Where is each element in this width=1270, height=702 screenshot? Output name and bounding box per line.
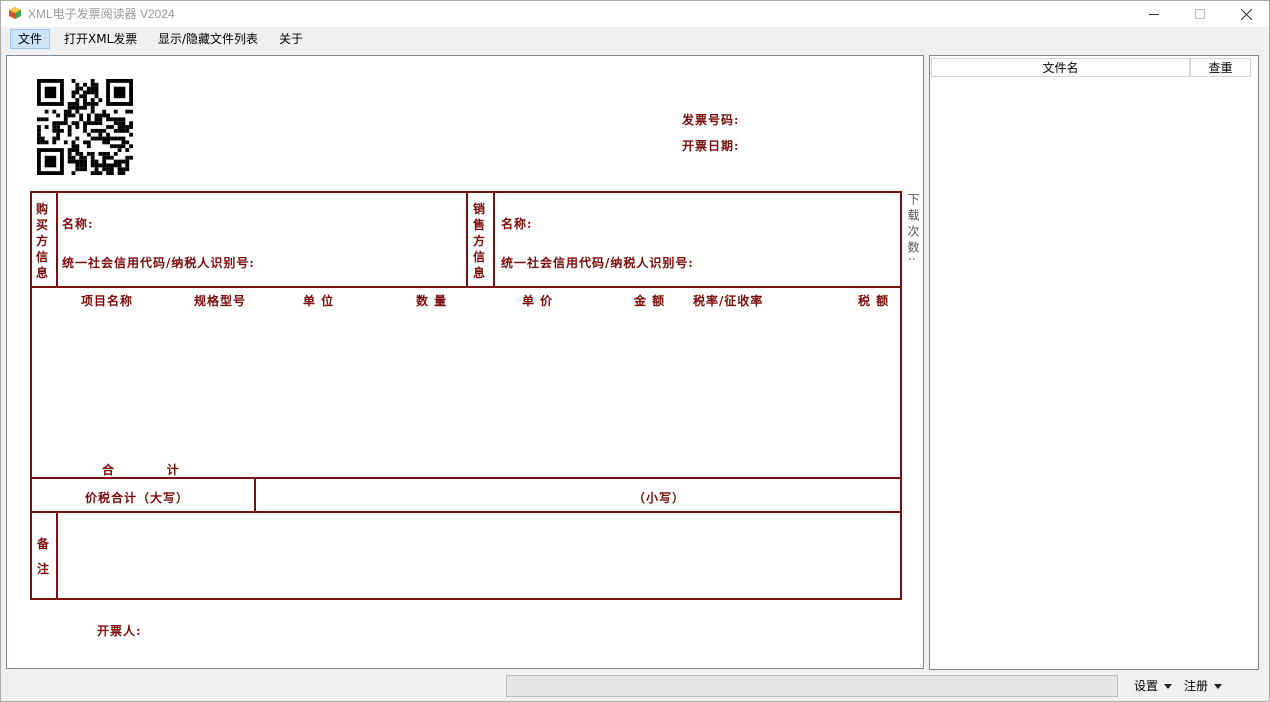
col-unit-price: 单 价 (522, 294, 554, 308)
menu-file[interactable]: 文件 (10, 29, 51, 49)
remarks-label: 备注 (37, 537, 54, 576)
total-in-figures-label: （小写） (633, 491, 686, 505)
title-bar: XML电子发票阅读器 V2024 (1, 1, 1269, 27)
issuer-label: 开票人: (97, 624, 142, 638)
column-header-duplicate-check[interactable]: 查重 (1190, 58, 1251, 77)
invoice-number-label: 发票号码: (682, 113, 740, 127)
app-window: XML电子发票阅读器 V2024 文件 打开XML发票 显示/隐藏文件列表 关于… (0, 0, 1270, 702)
close-button[interactable] (1223, 1, 1269, 27)
invoice-view: 发票号码: 开票日期: 购买方信息 销售方信息 名称: 统一社会信用代码/纳税人… (6, 55, 924, 669)
qr-code (37, 79, 133, 175)
buyer-taxid-label: 统一社会信用代码/纳税人识别号: (62, 256, 255, 270)
items-box (30, 286, 902, 479)
seller-side-label: 销售方信息 (473, 202, 490, 280)
minimize-button[interactable] (1131, 1, 1177, 27)
issue-date-label: 开票日期: (682, 139, 740, 153)
settings-label: 设置 (1134, 679, 1159, 693)
seller-name-label: 名称: (501, 217, 533, 231)
register-dropdown[interactable]: 注册 (1184, 678, 1223, 696)
col-amount: 金 额 (634, 294, 666, 308)
col-tax-rate: 税率/征收率 (693, 294, 764, 308)
download-count-label: 下载次数: (906, 193, 920, 266)
col-quantity: 数 量 (416, 294, 448, 308)
close-icon (1240, 8, 1252, 20)
total-label: 合 计 (102, 463, 180, 477)
buyer-side-label: 购买方信息 (36, 202, 53, 280)
app-logo-icon (9, 7, 21, 19)
file-list-panel[interactable]: 文件名 查重 (929, 55, 1259, 670)
settings-dropdown[interactable]: 设置 (1134, 678, 1173, 696)
remarks-box (30, 511, 902, 600)
maximize-icon (1195, 9, 1205, 19)
maximize-button[interactable] (1177, 1, 1223, 27)
col-item-name: 项目名称 (81, 294, 134, 308)
col-unit: 单 位 (303, 294, 335, 308)
col-tax: 税 额 (858, 294, 890, 308)
seller-taxid-label: 统一社会信用代码/纳税人识别号: (501, 256, 694, 270)
column-header-filename[interactable]: 文件名 (931, 58, 1190, 77)
menu-toggle-file-list[interactable]: 显示/隐藏文件列表 (150, 29, 266, 49)
chevron-down-icon (1214, 684, 1223, 689)
col-spec: 规格型号 (194, 294, 247, 308)
progress-bar (506, 675, 1118, 697)
register-label: 注册 (1184, 679, 1209, 693)
menu-bar: 文件 打开XML发票 显示/隐藏文件列表 关于 (1, 27, 1269, 51)
minimize-icon (1149, 14, 1159, 15)
menu-open-xml[interactable]: 打开XML发票 (56, 29, 145, 49)
window-title: XML电子发票阅读器 V2024 (28, 7, 175, 21)
total-in-words-label: 价税合计（大写） (85, 491, 190, 505)
chevron-down-icon (1164, 684, 1173, 689)
menu-about[interactable]: 关于 (271, 29, 311, 49)
buyer-name-label: 名称: (62, 217, 94, 231)
